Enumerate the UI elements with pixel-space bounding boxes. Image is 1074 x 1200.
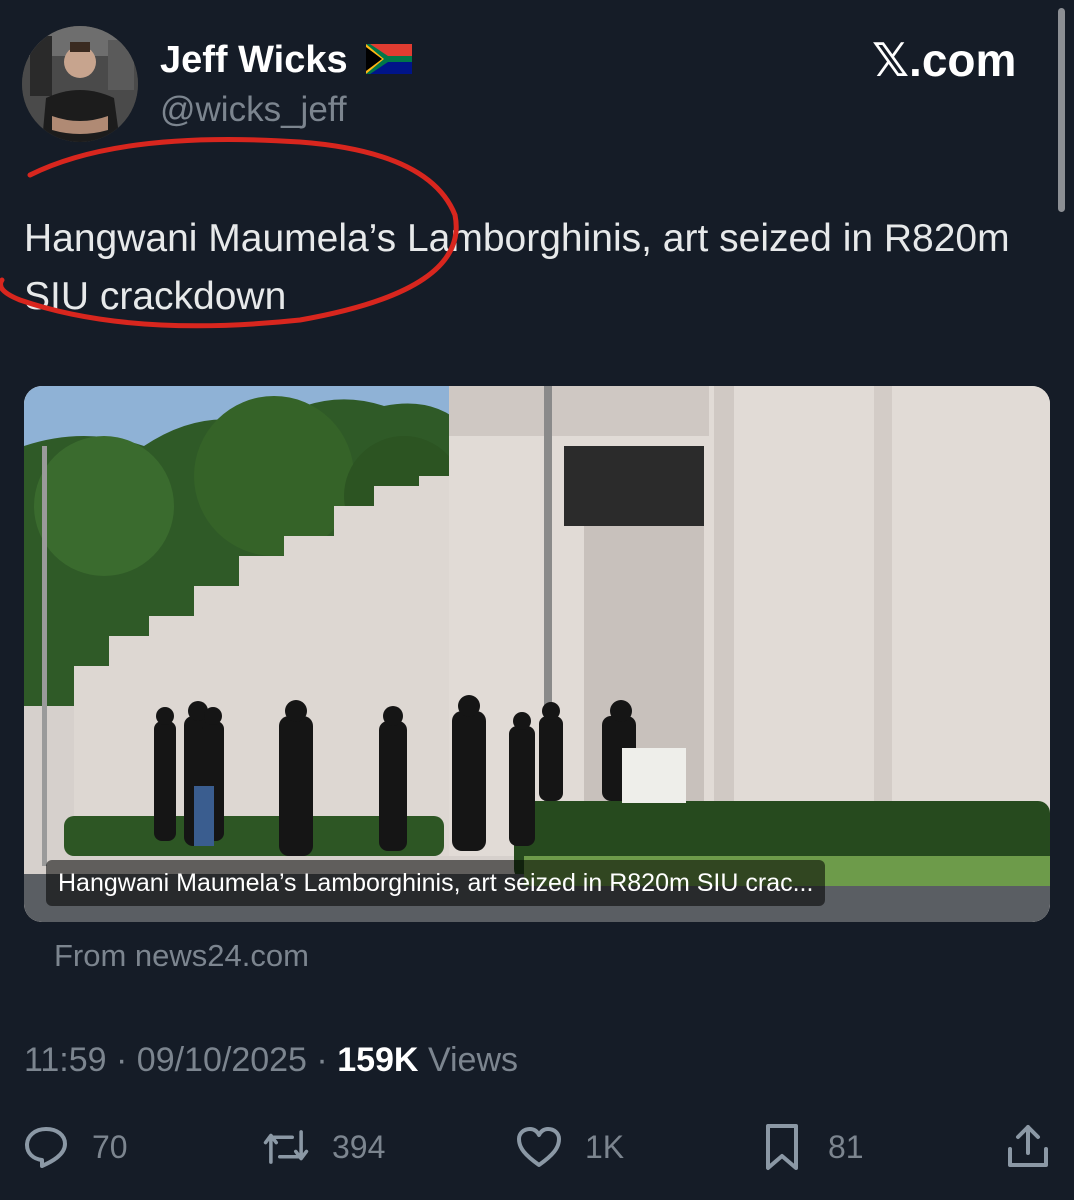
annotation-ellipse xyxy=(0,137,459,329)
card-source[interactable]: From news24.com xyxy=(54,934,309,978)
bookmark-button[interactable]: 81 xyxy=(758,1120,864,1174)
share-button[interactable] xyxy=(1004,1120,1052,1174)
repost-button[interactable]: 394 xyxy=(262,1120,385,1174)
card-title: Hangwani Maumela’s Lamborghinis, art sei… xyxy=(46,860,826,906)
display-name[interactable]: Jeff Wicks xyxy=(160,38,348,82)
like-button[interactable]: 1K xyxy=(515,1120,624,1174)
reply-count: 70 xyxy=(92,1129,128,1165)
tweet-meta: 11:59 · 09/10/2025 · 159K Views xyxy=(24,1036,518,1084)
meta-separator: · xyxy=(116,1041,128,1079)
reply-icon xyxy=(22,1123,70,1171)
tweet-date[interactable]: 09/10/2025 xyxy=(137,1041,307,1079)
views-count: 159K xyxy=(337,1041,419,1079)
card-photo xyxy=(24,386,1050,922)
meta-separator: · xyxy=(316,1041,328,1079)
bookmark-icon xyxy=(758,1123,806,1171)
south-africa-flag-icon xyxy=(366,44,412,74)
tweet-time[interactable]: 11:59 xyxy=(24,1041,107,1079)
views-label: Views xyxy=(427,1041,519,1079)
link-card[interactable]: Hangwani Maumela’s Lamborghinis, art sei… xyxy=(24,386,1050,922)
repost-icon xyxy=(262,1123,310,1171)
repost-count: 394 xyxy=(332,1129,386,1165)
like-count: 1K xyxy=(585,1129,625,1165)
heart-icon xyxy=(515,1123,563,1171)
share-icon xyxy=(1004,1123,1052,1171)
scrollbar[interactable] xyxy=(1058,8,1065,212)
bookmark-count: 81 xyxy=(828,1129,864,1165)
brand-watermark: 𝕏.com xyxy=(872,34,1017,86)
reply-button[interactable]: 70 xyxy=(22,1120,128,1174)
